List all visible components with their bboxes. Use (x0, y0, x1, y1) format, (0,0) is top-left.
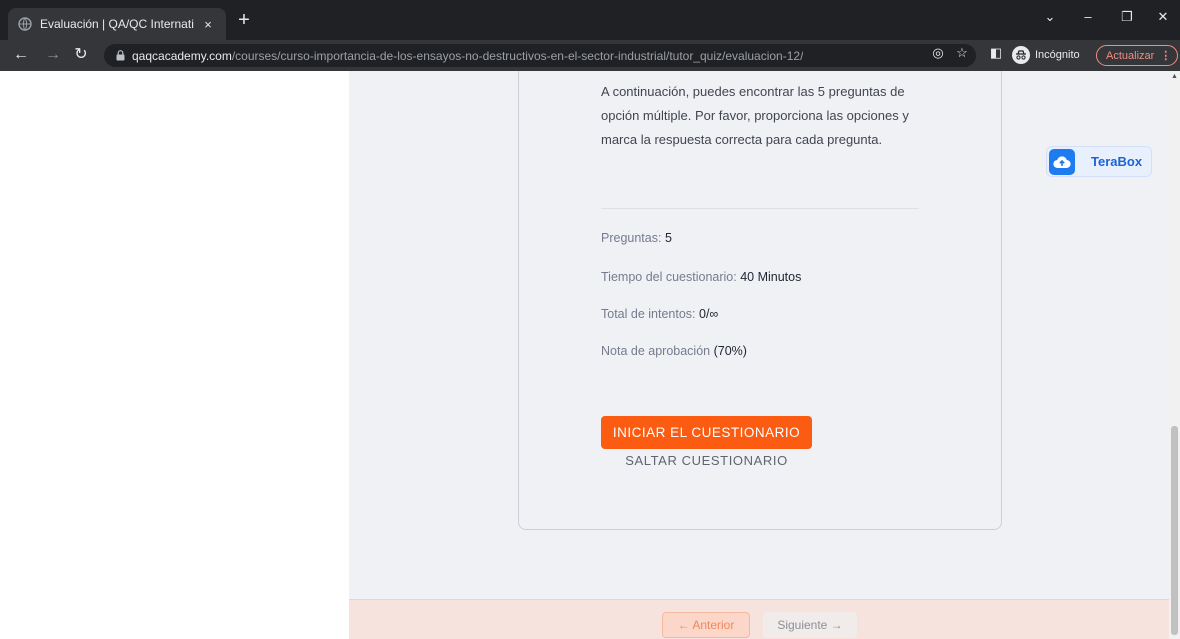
course-sidebar (0, 71, 349, 639)
bookmark-star-icon[interactable]: ☆ (954, 45, 970, 61)
time-value: 40 Minutos (740, 270, 802, 284)
passing-grade: Nota de aprobación (70%) (601, 344, 747, 358)
divider (601, 208, 919, 209)
pass-value: (70%) (713, 344, 747, 358)
lock-icon (116, 50, 125, 61)
questions-label: Preguntas: (601, 231, 662, 245)
scroll-thumb[interactable] (1171, 426, 1178, 635)
update-label: Actualizar (1106, 49, 1155, 62)
total-attempts: Total de intentos: 0/∞ (601, 307, 718, 321)
forward-arrow-icon[interactable]: → (42, 44, 64, 66)
attempts-label: Total de intentos: (601, 307, 696, 321)
page-scrollbar[interactable]: ▲ (1169, 71, 1180, 639)
tab-title: Evaluación | QA/QC International (40, 17, 194, 31)
globe-icon (18, 17, 32, 31)
url-text: qaqcacademy.com/courses/curso-importanci… (132, 48, 804, 63)
next-button[interactable]: Siguiente → (763, 612, 857, 638)
side-panel-icon[interactable]: ◧ (988, 45, 1004, 61)
update-button[interactable]: Actualizar ⋮ (1096, 45, 1179, 66)
browser-toolbar: ← → ↻ qaqcacademy.com/courses/curso-impo… (0, 40, 1180, 71)
reload-icon[interactable]: ↻ (70, 44, 92, 66)
new-tab-button[interactable]: + (232, 10, 256, 30)
minimize-icon[interactable]: – (1078, 9, 1098, 24)
terabox-cloud-icon (1049, 148, 1075, 175)
start-quiz-button[interactable]: INICIAR EL CUESTIONARIO (601, 416, 812, 449)
tab-close-icon[interactable]: × (200, 17, 216, 32)
previous-button[interactable]: ← Anterior (662, 612, 750, 638)
browser-tab[interactable]: Evaluación | QA/QC International × (8, 8, 226, 40)
lesson-nav-footer: ← Anterior Siguiente → (349, 599, 1169, 639)
tab-search-icon[interactable]: ⌄ (1040, 9, 1060, 25)
page-viewport: A continuación, puedes encontrar las 5 p… (0, 71, 1180, 639)
address-bar[interactable]: qaqcacademy.com/courses/curso-importanci… (104, 44, 976, 67)
terabox-label: TeraBox (1091, 154, 1143, 169)
scroll-up-arrow-icon[interactable]: ▲ (1171, 73, 1178, 80)
quiz-time: Tiempo del cuestionario: 40 Minutos (601, 270, 801, 284)
incognito-label: Incógnito (1035, 49, 1080, 61)
back-arrow-icon[interactable]: ← (10, 44, 32, 66)
attempts-value: 0/∞ (699, 307, 719, 321)
terabox-widget[interactable]: TeraBox (1046, 146, 1152, 177)
quiz-intro-text: A continuación, puedes encontrar las 5 p… (601, 84, 909, 147)
questions-value: 5 (664, 231, 672, 245)
time-label: Tiempo del cuestionario: (601, 270, 737, 284)
questions-count: Preguntas: 5 (601, 231, 672, 245)
restore-icon[interactable]: ❐ (1117, 9, 1137, 25)
incognito-icon (1012, 46, 1030, 64)
incognito-indicator[interactable]: Incógnito (1012, 46, 1080, 64)
browser-tab-strip: Evaluación | QA/QC International × + ⌄ –… (0, 0, 1180, 40)
more-menu-icon: ⋮ (1160, 50, 1172, 62)
quiz-info-card: A continuación, puedes encontrar las 5 p… (518, 71, 1002, 530)
close-window-icon[interactable]: ✕ (1153, 9, 1173, 25)
skip-quiz-button[interactable]: SALTAR CUESTIONARIO (601, 453, 812, 473)
tracking-off-eye-icon[interactable]: ◎ (930, 45, 946, 61)
pass-label: Nota de aprobación (601, 344, 711, 358)
